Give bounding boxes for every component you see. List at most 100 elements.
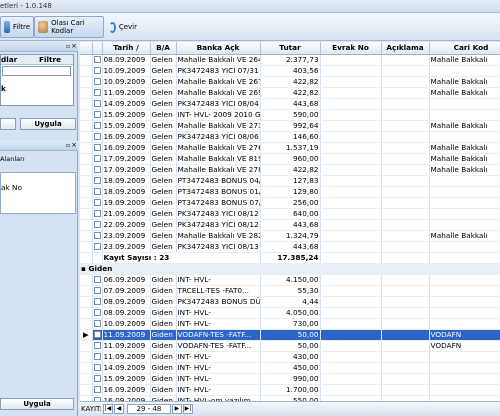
- date-cell[interactable]: 11.09.2009: [102, 340, 151, 352]
- select-cell[interactable]: [92, 208, 103, 220]
- fields-list[interactable]: ak No: [0, 172, 76, 214]
- doc-no-cell[interactable]: [320, 340, 382, 352]
- rotate-button[interactable]: Çevir: [106, 16, 140, 38]
- bank-desc-cell[interactable]: Mahalle Bakkalı VE 28235...: [176, 230, 261, 242]
- account-code-cell[interactable]: Mahalle Bakkalı: [429, 120, 500, 132]
- doc-no-cell[interactable]: [320, 76, 382, 88]
- pin-icon[interactable]: ▫: [66, 43, 70, 50]
- description-cell[interactable]: [381, 98, 430, 110]
- bank-desc-cell[interactable]: PK3472483 BONUS DÜZEL...: [176, 296, 261, 308]
- table-row[interactable]: 19.09.2009GelenPT3472483 BONUS 07/10 ...…: [80, 197, 500, 209]
- table-row[interactable]: 08.09.2009GelenMahalle Bakkalı VE 26414.…: [80, 54, 500, 66]
- doc-no-cell[interactable]: [320, 274, 382, 286]
- select-cell[interactable]: [92, 76, 103, 88]
- bank-desc-cell[interactable]: INT- HVL-: [176, 318, 261, 330]
- row-checkbox[interactable]: [93, 331, 101, 338]
- doc-no-cell[interactable]: [320, 54, 382, 66]
- row-checkbox[interactable]: [93, 287, 101, 294]
- account-code-cell[interactable]: [429, 362, 500, 374]
- ba-cell[interactable]: Giden: [150, 384, 177, 396]
- date-cell[interactable]: 19.09.2009: [102, 197, 151, 209]
- table-row[interactable]: 14.09.2009 Giden INT- HVL- 450,00: [80, 362, 500, 374]
- date-cell[interactable]: 11.09.2009: [102, 87, 151, 99]
- doc-no-cell[interactable]: [320, 351, 382, 363]
- table-row[interactable]: 10.09.2009GelenPK3472483 YICI 07/31 K:..…: [80, 65, 500, 77]
- filter-field-item[interactable]: k: [1, 84, 73, 93]
- account-code-cell[interactable]: [429, 109, 500, 121]
- row-checkbox[interactable]: [93, 89, 101, 96]
- doc-no-cell[interactable]: [320, 384, 382, 396]
- bank-desc-cell[interactable]: INT- HVL-: [176, 274, 261, 286]
- amount-cell[interactable]: 256,00: [260, 197, 321, 209]
- doc-no-cell[interactable]: [320, 208, 382, 220]
- date-cell[interactable]: 21.09.2009: [102, 208, 151, 220]
- date-cell[interactable]: 16.09.2009: [102, 142, 151, 154]
- bank-desc-cell[interactable]: VODAFN-TES -FATF...: [176, 340, 261, 352]
- amount-cell[interactable]: 960,00: [260, 153, 321, 165]
- transactions-grid[interactable]: Tarih / B/A Banka Açk Tutar Evrak No Açı…: [80, 42, 500, 401]
- ba-cell[interactable]: Giden: [150, 329, 177, 341]
- select-cell[interactable]: [92, 219, 103, 231]
- table-row[interactable]: 07.09.2009 Giden TRCELL-TES -FAT0... 55,30: [80, 285, 500, 297]
- description-cell[interactable]: [381, 87, 430, 99]
- date-cell[interactable]: 10.09.2009: [102, 76, 151, 88]
- col-description[interactable]: Açıklama: [381, 42, 430, 55]
- date-cell[interactable]: 11.09.2009: [102, 351, 151, 363]
- select-cell[interactable]: [92, 373, 103, 385]
- ba-cell[interactable]: Giden: [150, 285, 177, 297]
- row-checkbox[interactable]: [93, 342, 101, 349]
- table-row[interactable]: 11.09.2009GelenMahalle Bakkalı VE 26900.…: [80, 87, 500, 99]
- group-row-giden[interactable]: ▪ Giden: [80, 263, 500, 275]
- ba-cell[interactable]: Giden: [150, 296, 177, 308]
- description-cell[interactable]: [381, 318, 430, 330]
- date-cell[interactable]: 07.09.2009: [102, 285, 151, 297]
- account-code-cell[interactable]: [429, 219, 500, 231]
- table-row[interactable]: 15.09.2009GelenMahalle Bakkalı VE 27377.…: [80, 120, 500, 132]
- account-code-cell[interactable]: [429, 274, 500, 286]
- bank-desc-cell[interactable]: Mahalle Bakkalı VE 27624...: [176, 142, 261, 154]
- description-cell[interactable]: [381, 219, 430, 231]
- row-checkbox[interactable]: [93, 188, 101, 195]
- amount-cell[interactable]: 2.377,73: [260, 54, 321, 66]
- doc-no-cell[interactable]: [320, 241, 382, 253]
- date-cell[interactable]: 18.09.2009: [102, 175, 151, 187]
- last-page-button[interactable]: ▶|: [182, 404, 193, 414]
- row-checkbox[interactable]: [93, 177, 101, 184]
- date-cell[interactable]: 17.09.2009: [102, 153, 151, 165]
- bank-desc-cell[interactable]: INT- HVL-: [176, 307, 261, 319]
- ba-cell[interactable]: Gelen: [150, 153, 177, 165]
- amount-cell[interactable]: 422,82: [260, 164, 321, 176]
- table-row[interactable]: 08.09.2009GidenPK3472483 BONUS DÜZEL...4…: [80, 296, 500, 308]
- amount-cell[interactable]: 450,00: [260, 362, 321, 374]
- close-icon[interactable]: ×: [71, 141, 77, 149]
- account-code-cell[interactable]: [429, 373, 500, 385]
- account-code-cell[interactable]: VODAFN: [429, 329, 500, 341]
- row-checkbox[interactable]: [93, 199, 101, 206]
- row-checkbox[interactable]: [93, 144, 101, 151]
- ba-cell[interactable]: Gelen: [150, 208, 177, 220]
- account-code-cell[interactable]: [429, 307, 500, 319]
- date-cell[interactable]: 08.09.2009: [102, 54, 151, 66]
- table-row[interactable]: 15.09.2009 Gelen INT- HVL- 2009 2010 G... 5…: [80, 109, 500, 121]
- account-code-cell[interactable]: [429, 285, 500, 297]
- select-cell[interactable]: [92, 230, 103, 242]
- description-cell[interactable]: [381, 307, 430, 319]
- bank-desc-cell[interactable]: INT- HVL-: [176, 351, 261, 363]
- bank-desc-cell[interactable]: INT- HVL- 2009 2010 G...: [176, 109, 261, 121]
- description-cell[interactable]: [381, 285, 430, 297]
- row-checkbox[interactable]: [93, 298, 101, 305]
- select-cell[interactable]: [92, 318, 103, 330]
- filter-input[interactable]: [2, 66, 71, 76]
- doc-no-cell[interactable]: [320, 109, 382, 121]
- apply-filter-button[interactable]: Uygula: [20, 118, 76, 130]
- doc-no-cell[interactable]: [320, 318, 382, 330]
- table-row[interactable]: 16.09.2009GelenMahalle Bakkalı VE 27624.…: [80, 142, 500, 154]
- ba-cell[interactable]: Gelen: [150, 219, 177, 231]
- table-row[interactable]: 08.09.2009 Giden INT- HVL- 4.050,00: [80, 307, 500, 319]
- row-checkbox[interactable]: [93, 155, 101, 162]
- account-code-cell[interactable]: [429, 241, 500, 253]
- col-date[interactable]: Tarih /: [102, 42, 151, 55]
- table-row[interactable]: 11.09.2009 Giden INT- HVL- 430,00: [80, 351, 500, 363]
- row-checkbox[interactable]: [93, 221, 101, 228]
- table-row[interactable]: 23.09.2009GelenPK3472483 YICI 08/13 K:..…: [80, 241, 500, 253]
